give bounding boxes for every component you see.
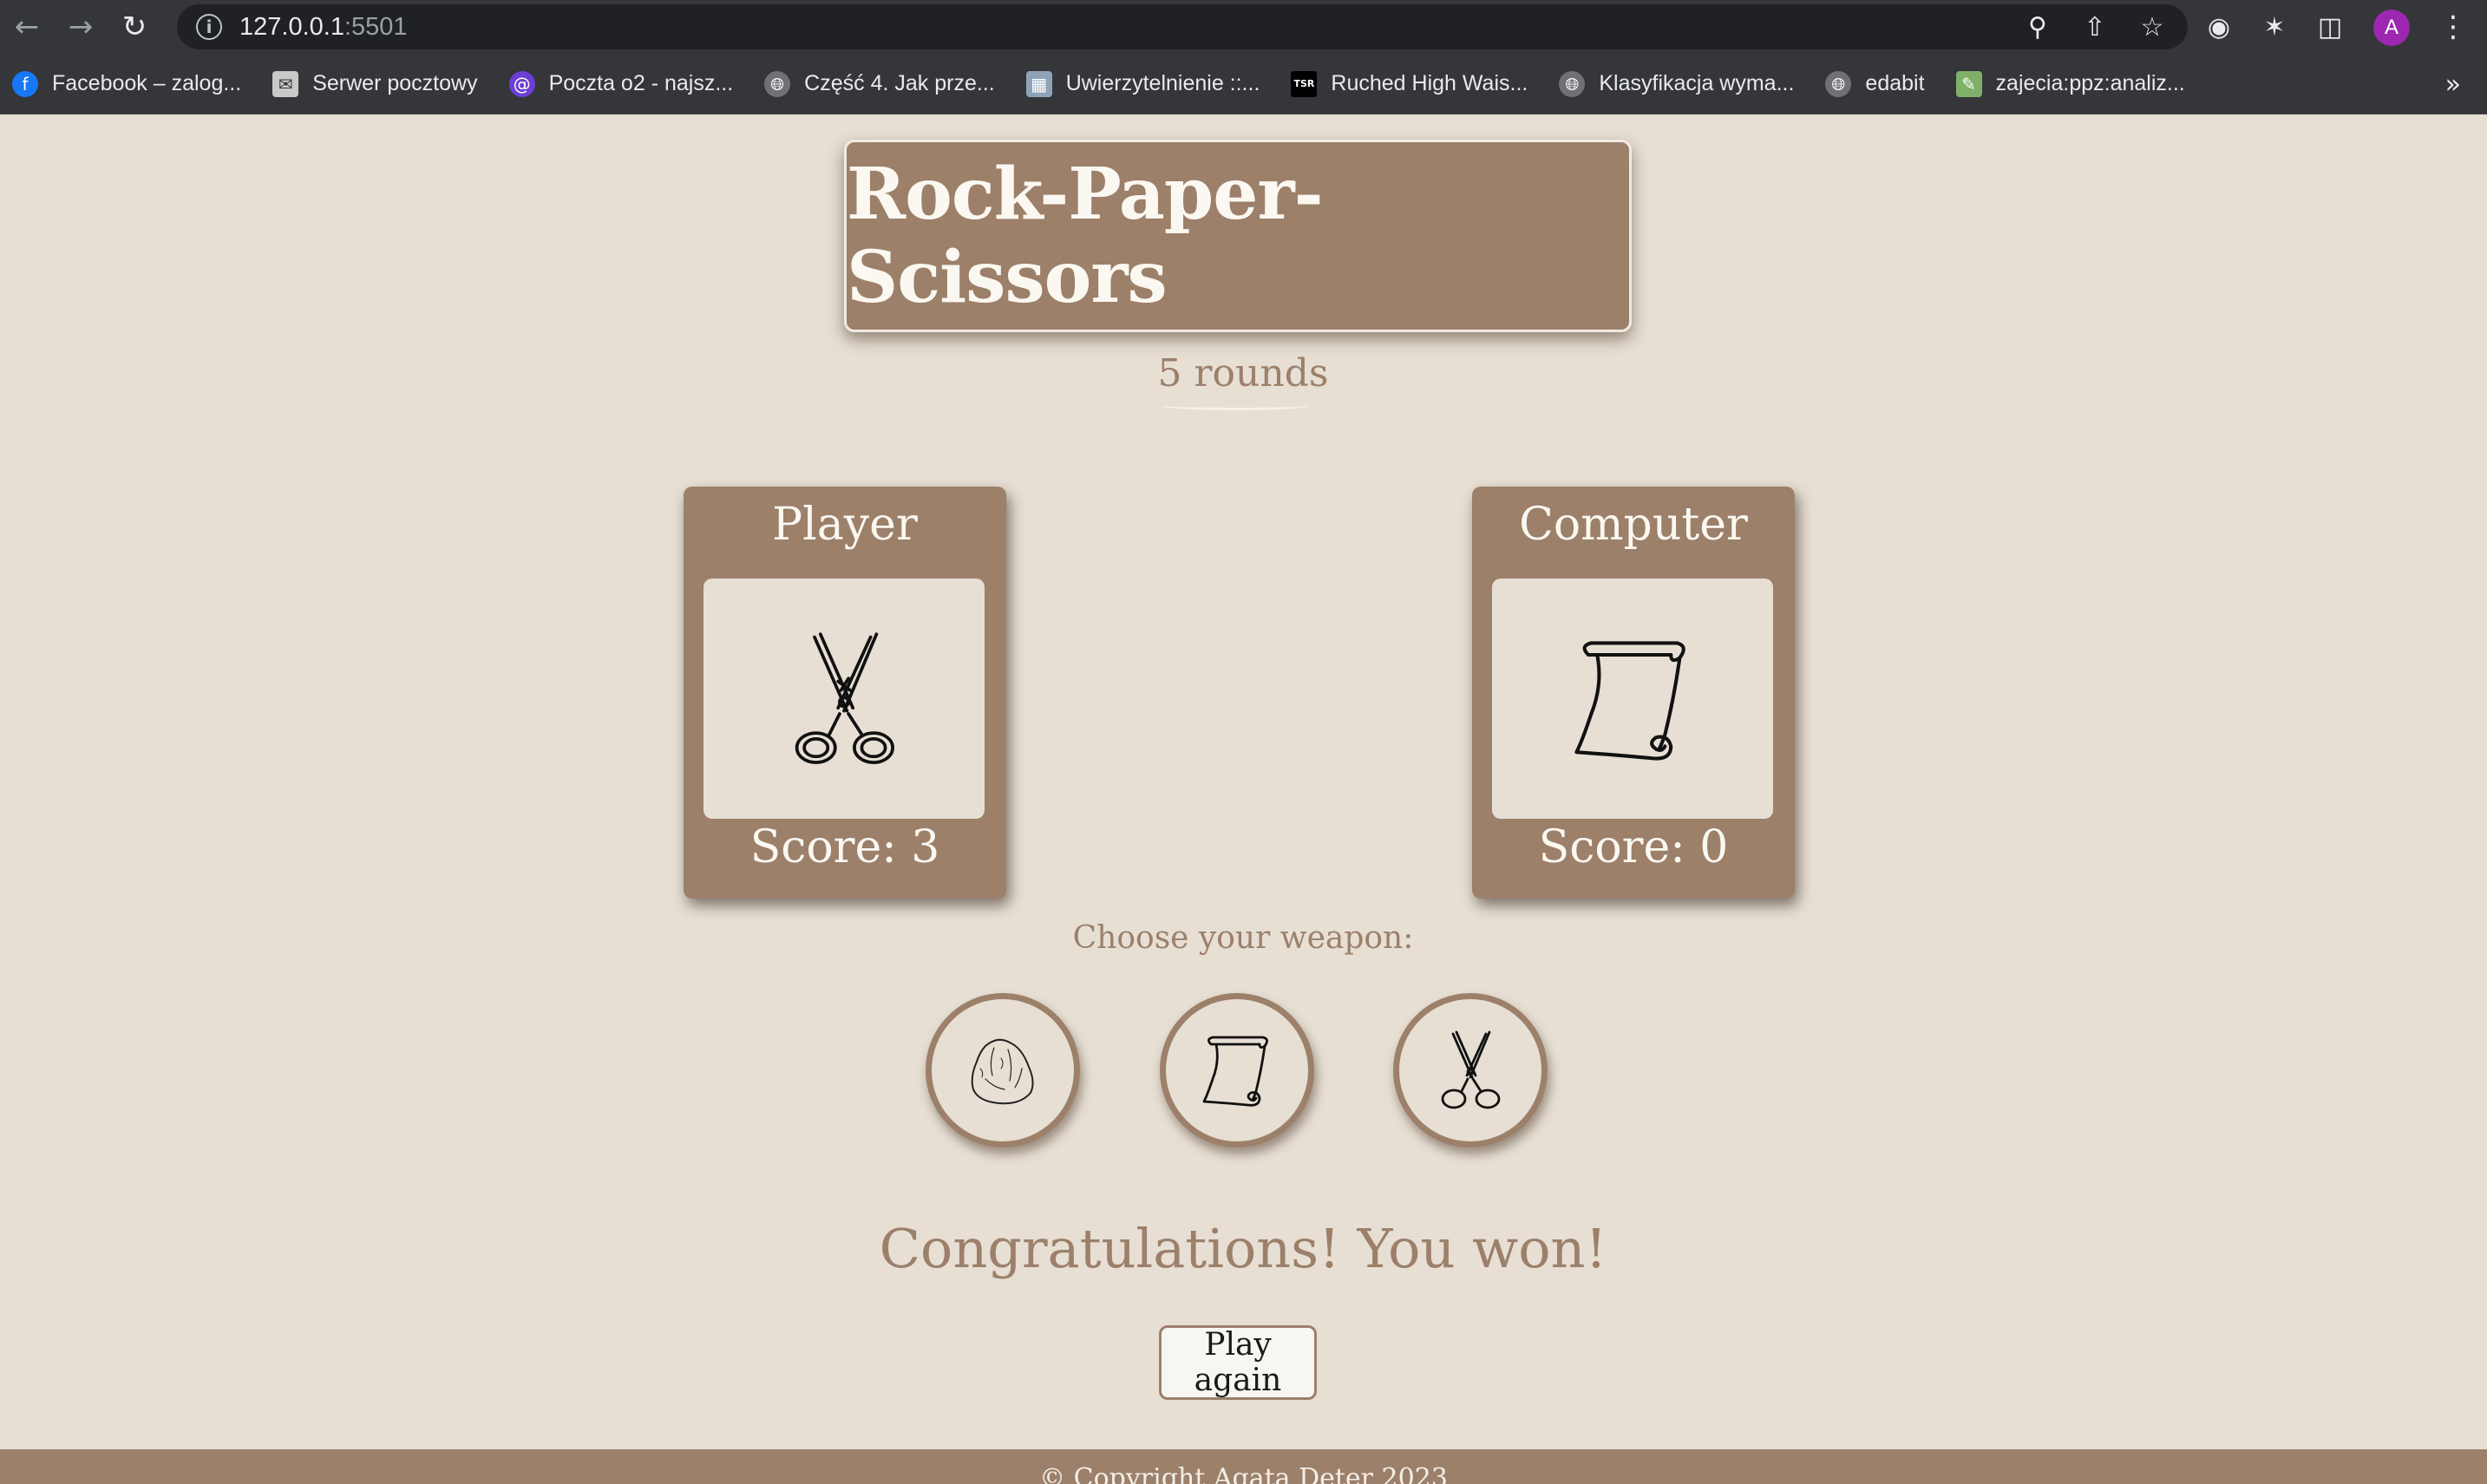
mail-server-icon: ✉	[272, 70, 299, 97]
forward-icon[interactable]: →	[54, 0, 108, 54]
bookmark-item[interactable]: ✉ Serwer pocztowy	[272, 62, 478, 106]
address-url[interactable]: 127.0.0.1:5501	[239, 13, 408, 42]
computer-card: Computer Score: 0	[1472, 487, 1795, 899]
player-title: Player	[772, 499, 918, 551]
bookmark-label: edabit	[1865, 71, 1925, 95]
toolbar-extensions: ◉ ✶ ◫	[2203, 0, 2346, 54]
paper-scroll-icon	[1574, 640, 1685, 761]
bookmark-item[interactable]: TSR Ruched High Wais...	[1291, 62, 1528, 106]
extension-icon[interactable]: ◉	[2203, 12, 2235, 42]
bookmark-item[interactable]: ✎ zajecia:ppz:analiz...	[1955, 62, 2185, 106]
bookmark-label: Klasyfikacja wyma...	[1599, 71, 1795, 95]
paper-button[interactable]	[1160, 993, 1314, 1147]
url-host: 127.0.0.1	[239, 12, 344, 41]
bookmark-item[interactable]: 🌐︎ Klasyfikacja wyma...	[1559, 62, 1794, 106]
browser-toolbar: ← → ↻ i 127.0.0.1:5501 ⚲ ⇧ ☆ ◉ ✶ ◫ A ⋮	[0, 0, 2487, 54]
result-message: Congratulations! You won!	[879, 1217, 1607, 1280]
player-score: Score: 3	[749, 821, 940, 873]
page-title: Rock-Paper-Scissors	[847, 153, 1324, 319]
bookmarks-bar: f Facebook – zalog... ✉ Serwer pocztowy …	[0, 54, 2487, 114]
bookmark-label: zajecia:ppz:analiz...	[1995, 71, 2185, 95]
bookmark-item[interactable]: @ Poczta o2 - najsz...	[508, 62, 734, 106]
back-icon[interactable]: ←	[0, 0, 54, 54]
bookmark-item[interactable]: ▦ Uwierzytelnienie ::...	[1025, 62, 1260, 106]
shop-icon: TSR	[1291, 70, 1318, 97]
computer-title: Computer	[1519, 499, 1748, 551]
title-banner: Rock-Paper-Scissors	[844, 140, 1632, 332]
player-choice	[704, 579, 985, 819]
bookmark-label: Poczta o2 - najsz...	[548, 71, 734, 95]
bookmark-item[interactable]: 🌐︎ Część 4. Jak prze...	[764, 62, 995, 106]
bookmark-item[interactable]: 🌐︎ edabit	[1825, 62, 1925, 106]
o2-mail-icon: @	[508, 70, 535, 97]
facebook-icon: f	[12, 70, 38, 97]
site-info-icon[interactable]: i	[196, 14, 222, 40]
bookmark-label: Facebook – zalog...	[52, 71, 242, 95]
url-port: :5501	[344, 12, 408, 41]
scissors-icon	[795, 631, 894, 764]
rounds-underline	[1162, 402, 1309, 410]
globe-icon: 🌐︎	[1559, 70, 1586, 97]
computer-score: Score: 0	[1538, 821, 1729, 873]
player-card: Player Score: 3	[684, 487, 1006, 899]
bookmark-label: Uwierzytelnienie ::...	[1065, 71, 1260, 95]
footer: © Copyright Agata Deter 2023	[0, 1449, 2487, 1484]
zoom-icon[interactable]: ⚲	[2023, 12, 2052, 42]
address-bar[interactable]: i 127.0.0.1:5501 ⚲ ⇧ ☆	[177, 4, 2188, 49]
address-bar-actions: ⚲ ⇧ ☆	[2023, 4, 2167, 49]
game-page: Rock-Paper-Scissors 5 rounds Player Scor…	[0, 115, 2487, 1484]
bookmark-item[interactable]: f Facebook – zalog...	[12, 62, 241, 106]
globe-icon: 🌐︎	[764, 70, 791, 97]
choose-weapon-prompt: Choose your weapon:	[1072, 920, 1414, 956]
scissors-button[interactable]	[1393, 993, 1548, 1147]
scissors-icon	[1441, 1030, 1501, 1109]
share-icon[interactable]: ⇧	[2080, 12, 2110, 42]
auth-site-icon: ▦	[1025, 70, 1052, 97]
play-again-button[interactable]: Play again	[1159, 1325, 1317, 1400]
bookmark-star-icon[interactable]: ☆	[2137, 12, 2167, 42]
side-panel-icon[interactable]: ◫	[2314, 12, 2346, 42]
browser-menu-icon[interactable]: ⋮	[2436, 0, 2471, 54]
wiki-icon: ✎	[1955, 70, 1982, 97]
reload-icon[interactable]: ↻	[108, 0, 161, 54]
copyright-text: © Copyright Agata Deter 2023	[1039, 1463, 1448, 1484]
bookmark-label: Serwer pocztowy	[312, 71, 478, 95]
paper-scroll-icon	[1202, 1036, 1268, 1107]
rounds-label: 5 rounds	[1157, 351, 1329, 396]
puzzle-extensions-icon[interactable]: ✶	[2259, 12, 2290, 42]
more-bookmarks-icon[interactable]: »	[2445, 54, 2461, 114]
bookmark-label: Ruched High Wais...	[1331, 71, 1528, 95]
computer-choice	[1492, 579, 1773, 819]
profile-avatar[interactable]: A	[2373, 10, 2410, 46]
bookmark-label: Część 4. Jak prze...	[804, 71, 995, 95]
globe-icon: 🌐︎	[1825, 70, 1852, 97]
rock-icon	[971, 1038, 1034, 1105]
rock-button[interactable]	[926, 993, 1080, 1147]
